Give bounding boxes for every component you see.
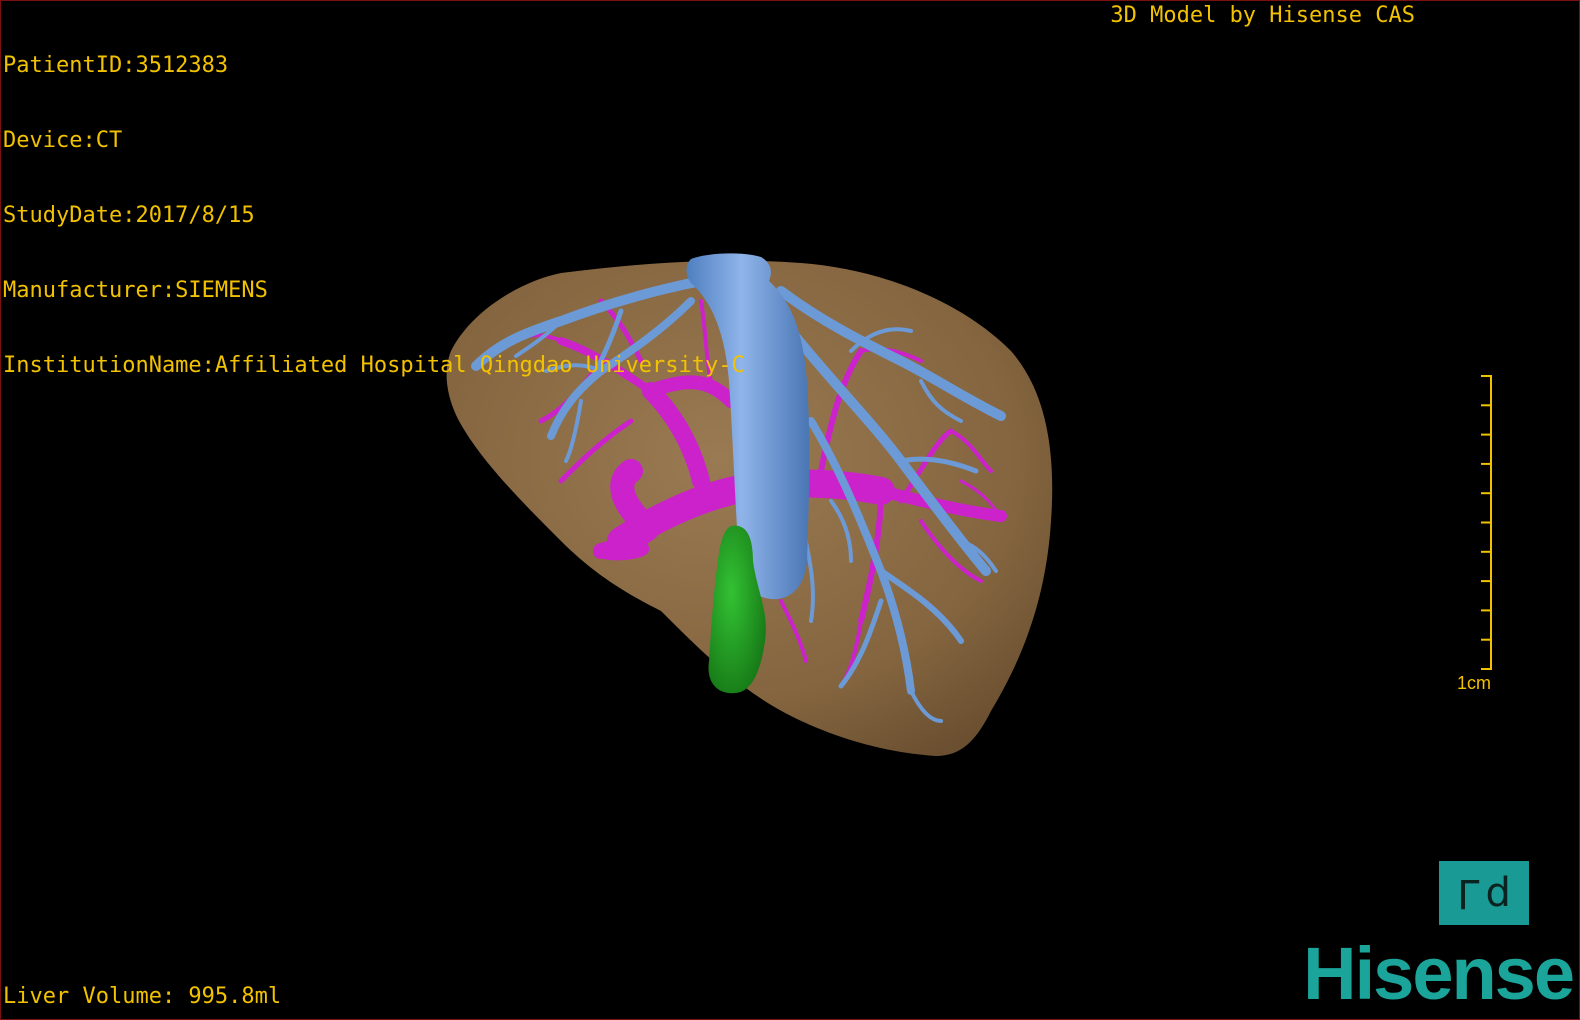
liver-volume-readout: Liver Volume: 995.8ml <box>3 984 282 1009</box>
scale-label: 1cm <box>1457 673 1492 693</box>
orientation-cube[interactable]: L d <box>1439 861 1529 925</box>
patient-id-line: PatientID:3512383 <box>3 53 229 78</box>
orientation-right-glyph: d <box>1485 870 1511 916</box>
model-credit: 3D Model by Hisense CAS <box>1110 3 1415 28</box>
institution-line: InstitutionName:Affiliated Hospital Qing… <box>3 353 745 378</box>
manufacturer-line: Manufacturer:SIEMENS <box>3 278 268 303</box>
3d-viewport[interactable]: PatientID:3512383 Device:CT StudyDate:20… <box>0 0 1580 1020</box>
scale-bar <box>1481 375 1492 670</box>
dicom-info-panel: PatientID:3512383 Device:CT StudyDate:20… <box>3 3 745 428</box>
hisense-logo: Hisense <box>1303 932 1575 1015</box>
study-date-line: StudyDate:2017/8/15 <box>3 203 255 228</box>
device-line: Device:CT <box>3 128 123 153</box>
orientation-left-glyph: L <box>1457 870 1480 916</box>
